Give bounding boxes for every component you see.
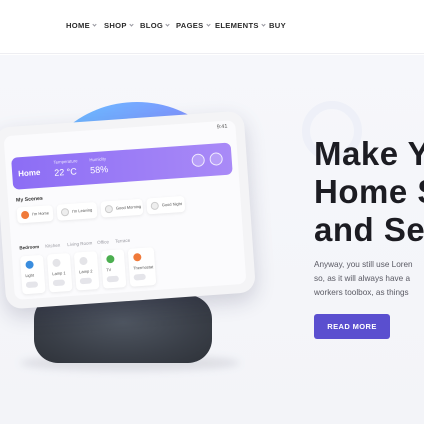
- tv-icon: [106, 254, 115, 264]
- device-toggle[interactable]: [133, 273, 146, 281]
- room-tab-office[interactable]: Office: [97, 239, 109, 245]
- chevron-down-icon: [261, 22, 266, 27]
- status-time: 9:41: [216, 123, 228, 131]
- device-card[interactable]: Lamp 2: [73, 251, 100, 291]
- sun-icon: [104, 204, 114, 214]
- chevron-down-icon: [92, 22, 97, 27]
- power-icon[interactable]: [209, 152, 224, 166]
- scene-label: I'm Home: [31, 210, 50, 217]
- room-tab-kitchen[interactable]: Kitchen: [45, 243, 60, 249]
- hero-body-line: so, as it will always have a: [314, 274, 411, 283]
- hero-section: 9:41 Home Temperature 22 °C Humidity 58%…: [0, 55, 424, 424]
- nav-shop-label: SHOP: [104, 21, 127, 30]
- device-toggle[interactable]: [52, 279, 66, 287]
- device-name: Lamp 1: [52, 270, 66, 277]
- scene-label: Good Morning: [115, 203, 142, 211]
- nav-buy-label: BUY: [269, 21, 286, 30]
- chevron-down-icon: [165, 22, 170, 27]
- hero-body-line: Anyway, you still use Loren: [314, 260, 413, 269]
- device-name: Thermostat: [132, 264, 154, 271]
- room-tab-bedroom[interactable]: Bedroom: [19, 244, 39, 250]
- thermostat-icon: [133, 252, 142, 262]
- nav-elements-label: ELEMENTS: [215, 21, 259, 30]
- lightbulb-icon: [25, 260, 34, 270]
- device-card[interactable]: Lamp 1: [46, 252, 73, 293]
- device-name: Light: [25, 272, 35, 279]
- home-icon: [20, 210, 30, 220]
- scene-card[interactable]: I'm Leaving: [56, 201, 98, 221]
- scenes-title: My Scenes: [15, 195, 44, 204]
- nav-home-label: HOME: [66, 21, 90, 30]
- device-toggle[interactable]: [79, 277, 93, 285]
- nav-pages[interactable]: PAGES: [176, 21, 211, 30]
- top-nav: HOME SHOP BLOG PAGES ELEMENTS BUY: [0, 0, 424, 54]
- chevron-down-icon: [205, 22, 211, 27]
- banner-title: Home: [17, 167, 41, 179]
- temperature-label: Temperature: [53, 158, 78, 165]
- nav-blog[interactable]: BLOG: [140, 21, 170, 30]
- hero-body-line: workers toolbox, as things: [314, 288, 409, 297]
- scene-card[interactable]: Good Morning: [100, 198, 144, 218]
- room-tab-living-room[interactable]: Living Room: [67, 240, 92, 247]
- device-toggle[interactable]: [106, 275, 119, 283]
- smart-display: 9:41 Home Temperature 22 °C Humidity 58%…: [0, 110, 257, 310]
- nav-blog-label: BLOG: [140, 21, 164, 30]
- chevron-down-icon: [129, 22, 134, 27]
- humidity-label: Humidity: [89, 156, 107, 163]
- device-card[interactable]: Thermostat: [127, 247, 157, 287]
- device-name: Lamp 2: [79, 268, 93, 275]
- device-toggle[interactable]: [25, 281, 39, 289]
- device-name: TV: [105, 267, 112, 273]
- nav-buy[interactable]: BUY: [269, 21, 286, 30]
- scene-label: Good Night: [161, 201, 183, 208]
- home-banner: Home Temperature 22 °C Humidity 58%: [11, 142, 233, 190]
- device-card[interactable]: TV: [100, 249, 127, 289]
- hero-headline-line: Make Y: [314, 135, 424, 172]
- temperature-value: 22 °C: [53, 166, 78, 178]
- nav-pages-label: PAGES: [176, 21, 204, 30]
- read-more-button[interactable]: READ MORE: [314, 314, 390, 339]
- scene-card[interactable]: Good Night: [146, 195, 186, 215]
- moon-icon: [150, 201, 160, 211]
- lamp-icon: [52, 258, 61, 268]
- hero-headline-line: Home S: [314, 173, 424, 210]
- lamp-icon: [79, 256, 88, 266]
- device-screen: 9:41 Home Temperature 22 °C Humidity 58%…: [3, 120, 247, 300]
- settings-icon[interactable]: [191, 153, 206, 168]
- humidity-value: 58%: [89, 164, 109, 176]
- room-tab-terrace[interactable]: Terrace: [115, 238, 130, 244]
- nav-home[interactable]: HOME: [66, 21, 97, 30]
- leave-icon: [60, 207, 70, 217]
- scene-label: I'm Leaving: [71, 207, 93, 214]
- nav-elements[interactable]: ELEMENTS: [215, 21, 266, 30]
- scene-card[interactable]: I'm Home: [16, 205, 54, 224]
- device-card[interactable]: Light: [19, 254, 46, 295]
- nav-shop[interactable]: SHOP: [104, 21, 134, 30]
- hero-headline-line: and Se: [314, 211, 424, 248]
